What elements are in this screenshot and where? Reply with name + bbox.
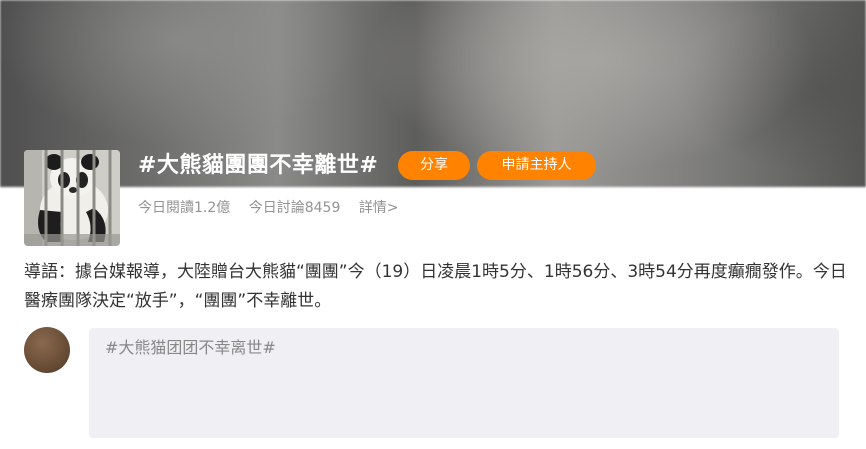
apply-host-button[interactable]: 申請主持人 [477,151,596,180]
panda-photo-icon [24,150,120,246]
discussion-count: 今日討論8459 [248,200,341,216]
read-count: 今日閱讀1.2億 [138,200,231,216]
user-avatar[interactable] [24,327,70,373]
topic-stats: 今日閱讀1.2億 今日討論8459 詳情> [138,198,399,218]
topic-title: #大熊貓團團不幸離世# [138,153,379,178]
topic-image [24,150,120,246]
details-link[interactable]: 詳情> [359,200,399,216]
post-composer-input[interactable]: #大熊猫团团不幸离世# [89,328,839,438]
topic-lead: 導語：據台媒報導，大陸贈台大熊貓“團團”今（19）日凌晨1時5分、1時56分、3… [24,262,847,311]
share-button[interactable]: 分享 [398,151,470,180]
